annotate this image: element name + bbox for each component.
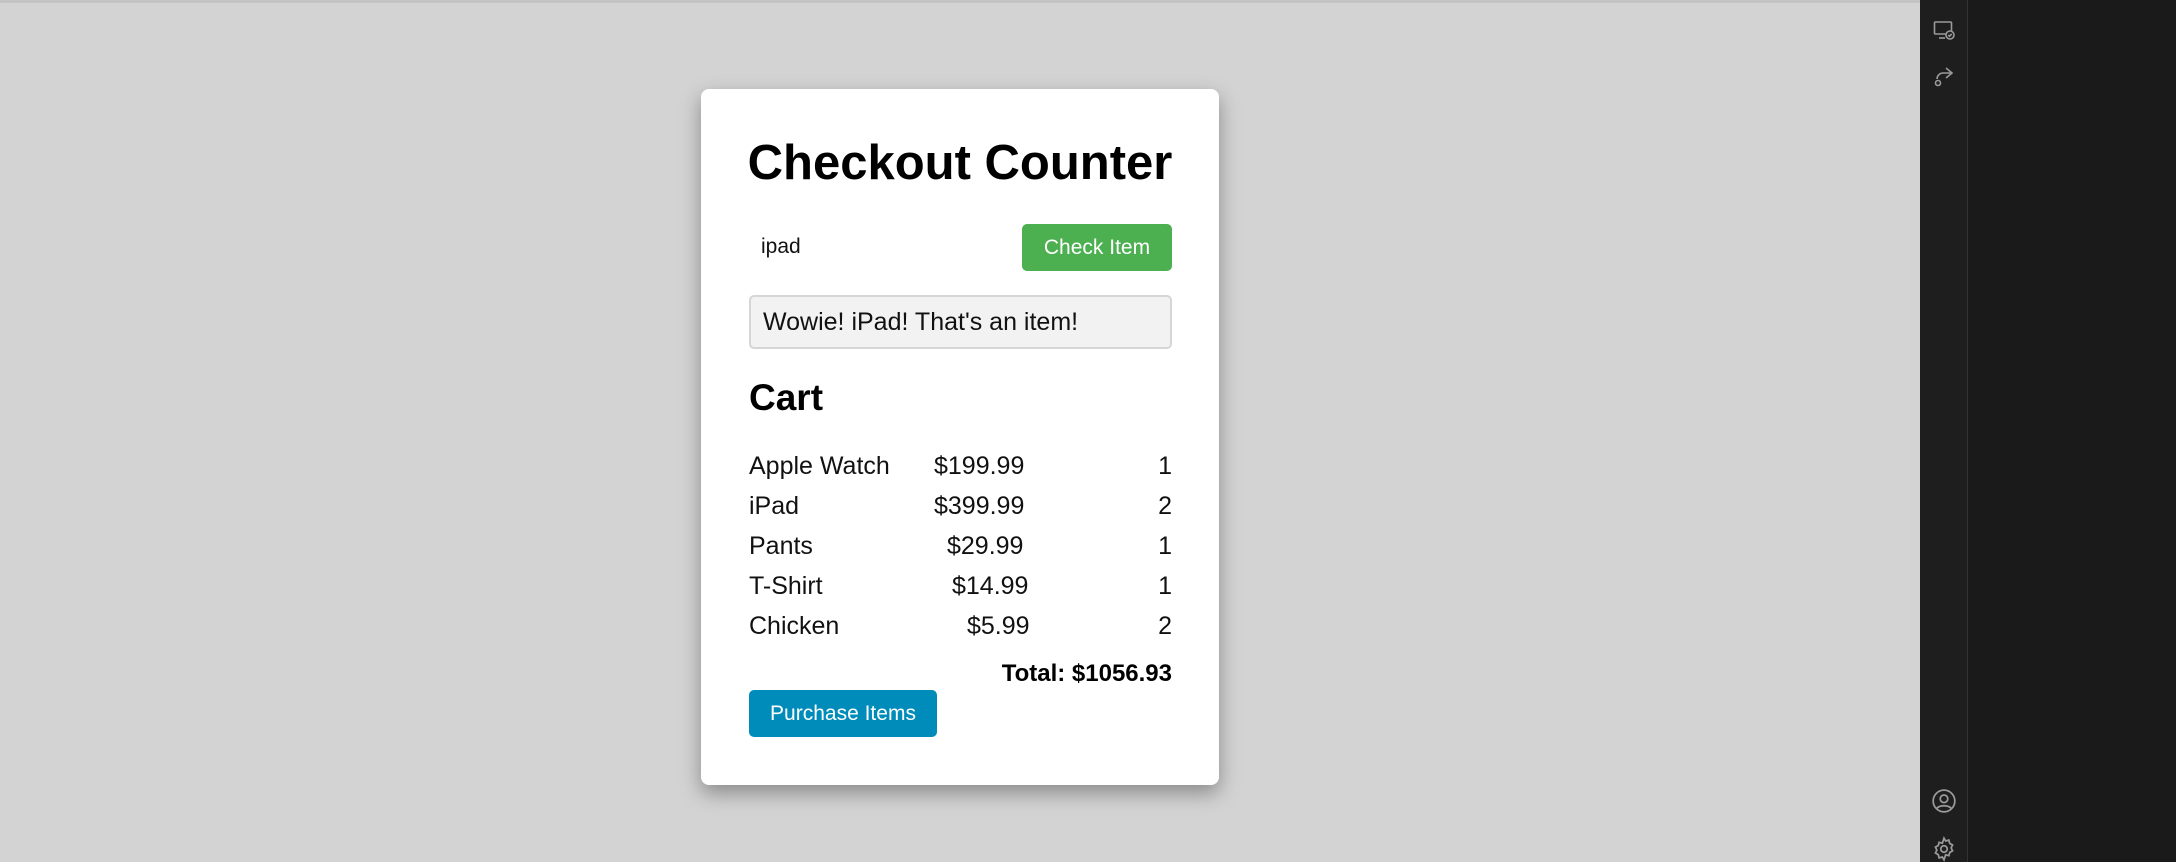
cart-item-name: iPad <box>749 492 800 520</box>
top-divider <box>0 0 1920 3</box>
cart-item-name: Chicken <box>749 612 840 640</box>
cart-item-qty: 2 <box>1158 492 1172 520</box>
page-viewport: Checkout Counter Check Item Wowie! iPad!… <box>0 0 1920 862</box>
cart-item-name: T-Shirt <box>749 572 823 600</box>
check-item-button[interactable]: Check Item <box>1022 224 1172 271</box>
cart-item-price: $29.99 <box>947 532 1024 560</box>
cart-row: Pants $29.99 1 <box>749 526 1172 566</box>
cart-row: Apple Watch $199.99 1 <box>749 446 1172 486</box>
cart-item-qty: 2 <box>1158 612 1172 640</box>
activity-bar <box>1920 0 1968 862</box>
cart-row: iPad $399.99 2 <box>749 486 1172 526</box>
settings-gear-icon[interactable] <box>1931 836 1957 862</box>
account-icon[interactable] <box>1931 788 1957 814</box>
cart-item-price: $5.99 <box>967 612 1030 640</box>
cart-item-price: $14.99 <box>952 572 1029 600</box>
share-arrow-icon[interactable] <box>1931 63 1957 89</box>
cart-item-qty: 1 <box>1158 532 1172 560</box>
page-title: Checkout Counter <box>747 136 1173 190</box>
checkout-card: Checkout Counter Check Item Wowie! iPad!… <box>701 89 1219 785</box>
screen-share-icon[interactable] <box>1931 17 1957 43</box>
cart-item-name: Pants <box>749 532 813 560</box>
cart-heading: Cart <box>749 377 824 418</box>
cart-item-price: $399.99 <box>934 492 1025 520</box>
right-sidebar <box>1920 0 2176 862</box>
cart-item-price: $199.99 <box>934 452 1025 480</box>
cart-row: Chicken $5.99 2 <box>749 606 1172 646</box>
cart-item-qty: 1 <box>1158 572 1172 600</box>
cart-list: Apple Watch $199.99 1 iPad $399.99 2 Pan… <box>749 446 1172 646</box>
cart-total: Total: $1056.93 <box>1001 660 1172 687</box>
purchase-items-button[interactable]: Purchase Items <box>749 690 937 737</box>
cart-item-name: Apple Watch <box>749 452 890 480</box>
item-search-input[interactable] <box>749 224 999 270</box>
cart-row: T-Shirt $14.99 1 <box>749 566 1172 606</box>
result-message: Wowie! iPad! That's an item! <box>749 295 1172 349</box>
cart-item-qty: 1 <box>1158 452 1172 480</box>
